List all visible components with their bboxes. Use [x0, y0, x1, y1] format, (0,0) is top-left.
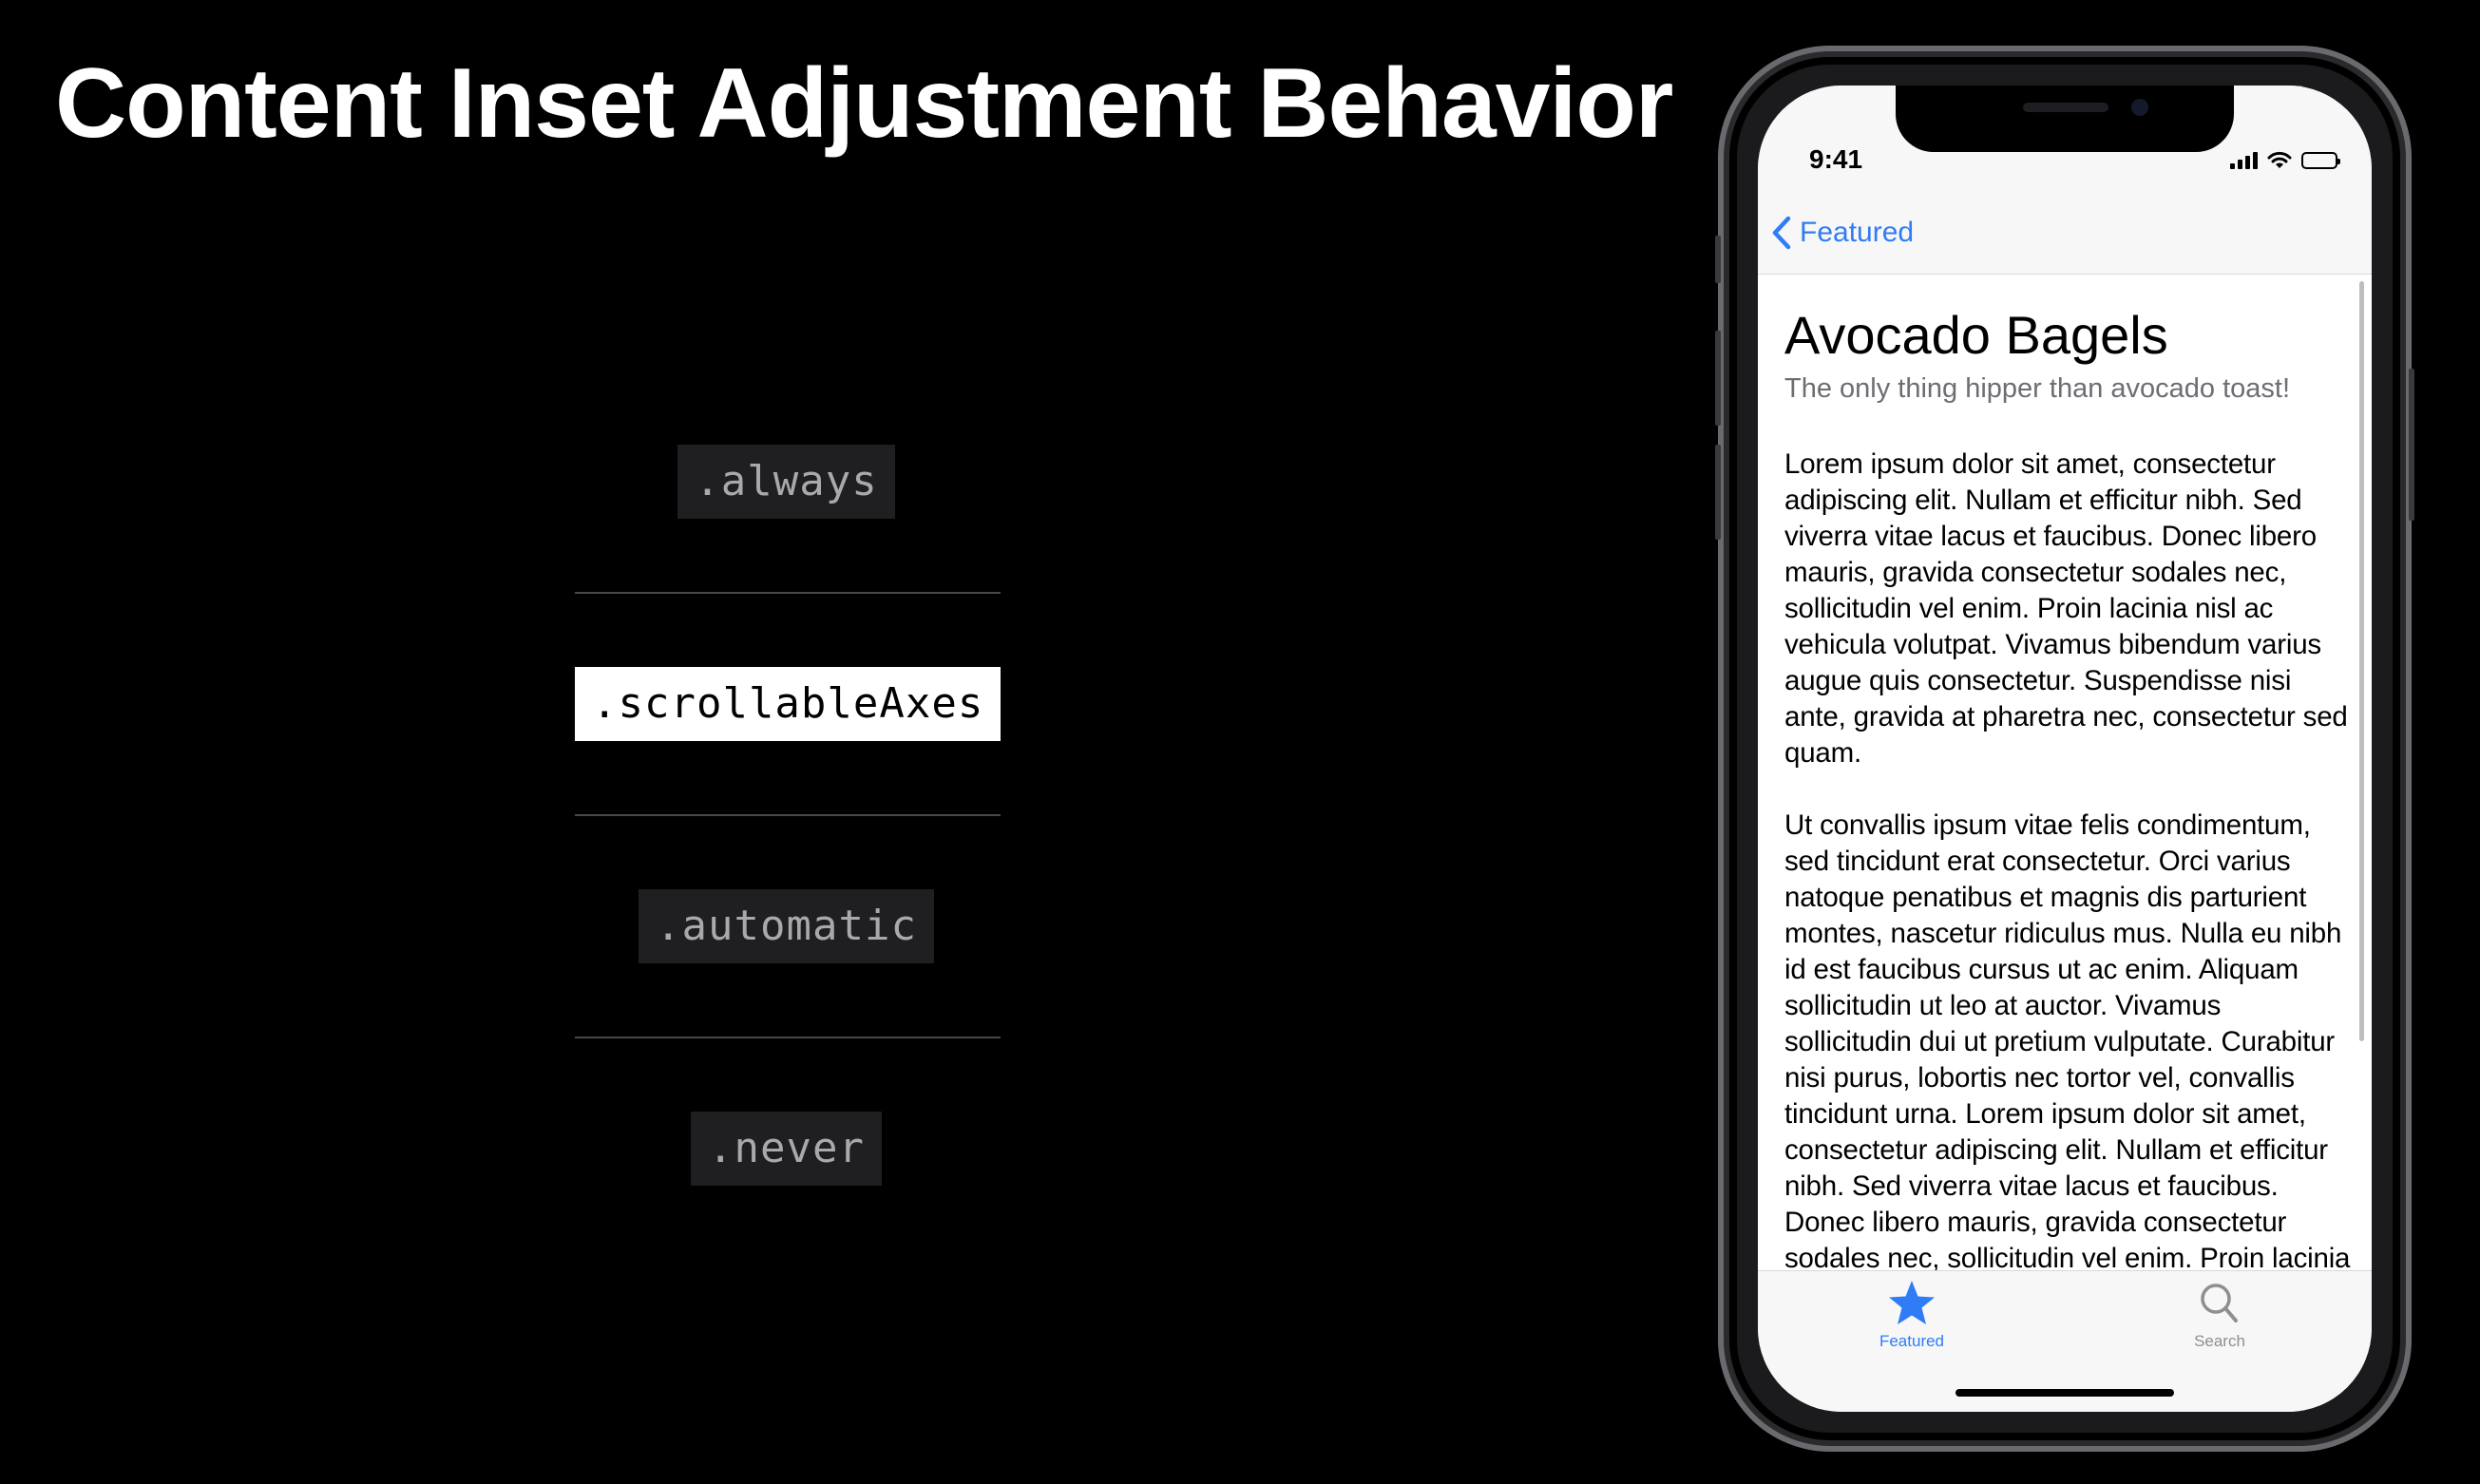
- magnifier-icon: [2201, 1284, 2238, 1322]
- option-always[interactable]: .always: [677, 445, 895, 519]
- option-row: .always: [575, 445, 1001, 667]
- signal-icon: [2230, 150, 2258, 169]
- divider: [575, 814, 1001, 816]
- battery-icon: [2301, 152, 2340, 169]
- notch: [1896, 86, 2234, 152]
- phone-screen: 9:41 Featured Avocado Bagels The only th…: [1758, 86, 2372, 1412]
- volume-down-button: [1715, 445, 1721, 540]
- tab-featured[interactable]: Featured: [1836, 1279, 1988, 1351]
- star-icon: [1889, 1281, 1935, 1324]
- tab-label: Search: [2194, 1332, 2245, 1350]
- tab-bar: Featured Search: [1758, 1270, 2372, 1412]
- chevron-left-icon: [1772, 216, 1791, 250]
- article-paragraph: Lorem ipsum dolor sit amet, consectetur …: [1784, 448, 2348, 769]
- tab-search[interactable]: Search: [2144, 1279, 2296, 1351]
- status-time: 9:41: [1809, 144, 1863, 174]
- iphone-mockup: 9:41 Featured Avocado Bagels The only th…: [1715, 46, 2414, 1452]
- tab-label: Featured: [1879, 1332, 1945, 1350]
- option-never[interactable]: .never: [691, 1112, 882, 1186]
- divider: [575, 1037, 1001, 1038]
- article-paragraph: Ut convallis ipsum vitae felis condiment…: [1784, 809, 2351, 1271]
- option-scrollable-axes[interactable]: .scrollableAxes: [575, 667, 1002, 741]
- status-icons: [2230, 148, 2340, 169]
- back-button-label: Featured: [1800, 217, 1915, 248]
- wifi-icon: [2267, 151, 2292, 168]
- divider: [575, 592, 1001, 594]
- speaker-grille: [2023, 103, 2108, 112]
- option-automatic[interactable]: .automatic: [639, 889, 934, 963]
- option-row: .scrollableAxes: [575, 667, 1002, 889]
- option-row: .never: [575, 1112, 998, 1334]
- power-button: [2409, 369, 2414, 521]
- behavior-options: .always .scrollableAxes .automatic .neve…: [575, 445, 1002, 1334]
- option-row: .automatic: [575, 889, 1001, 1112]
- slide-title: Content Inset Adjustment Behavior: [55, 48, 1673, 159]
- back-button[interactable]: Featured: [1771, 215, 1914, 251]
- front-camera: [2131, 99, 2148, 116]
- home-indicator[interactable]: [1955, 1389, 2174, 1397]
- scroll-indicator[interactable]: [2359, 281, 2364, 1041]
- article-title: Avocado Bagels: [1784, 305, 2168, 365]
- silent-switch: [1715, 236, 1721, 283]
- article-subtitle: The only thing hipper than avocado toast…: [1784, 373, 2291, 404]
- volume-up-button: [1715, 331, 1721, 426]
- article-scroll-view[interactable]: Avocado Bagels The only thing hipper tha…: [1784, 274, 2353, 1271]
